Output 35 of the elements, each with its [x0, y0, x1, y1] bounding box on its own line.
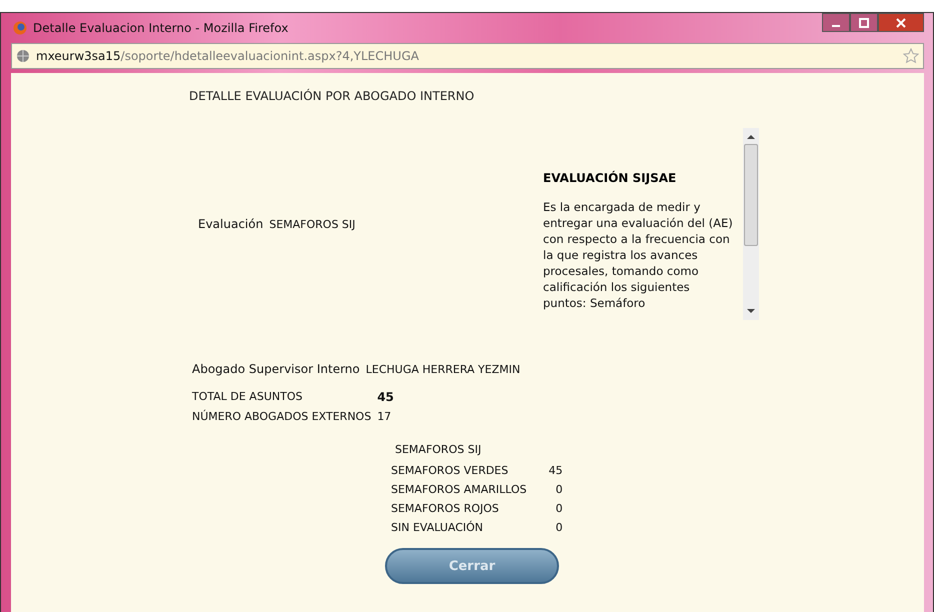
field-value: LECHUGA HERRERA YEZMIN	[366, 363, 520, 376]
minimize-button[interactable]	[822, 13, 850, 32]
table-cell-text: SEMAFOROS ROJOS	[391, 502, 500, 515]
minimize-icon	[832, 24, 840, 26]
url-text: mxeurw3sa15/soporte/hdetalleevaluacionint.aspx?4,YLECHUGA	[36, 49, 419, 63]
field-value: SEMAFOROS SIJ	[269, 218, 356, 230]
globe-icon	[16, 49, 30, 63]
total-value: 17	[377, 410, 392, 423]
total-value: 45	[377, 390, 394, 404]
table-cell: SEMAFOROS AMARILLOS	[391, 483, 527, 496]
table-cell-text: SIN EVALUACIÓN	[391, 521, 484, 534]
total-label: NÚMERO ABOGADOS EXTERNOS	[192, 410, 372, 423]
scroll-up-icon[interactable]	[747, 134, 755, 140]
page-heading: DETALLE EVALUACIÓN POR ABOGADO INTERNO	[189, 89, 476, 103]
close-button[interactable]	[878, 13, 924, 32]
star-icon[interactable]	[903, 48, 919, 64]
table-cell-text: 45	[548, 464, 563, 477]
table-title: SEMAFOROS SIJ	[395, 443, 482, 456]
table-cell-text: 0	[554, 483, 563, 496]
close-icon	[896, 18, 906, 28]
field-label: Abogado Supervisor Interno	[192, 362, 360, 376]
table-cell-text: 0	[554, 502, 563, 515]
field-label: Evaluación	[198, 217, 264, 231]
browser-logo-icon	[13, 21, 27, 35]
maximize-button[interactable]	[850, 13, 878, 32]
total-label: TOTAL DE ASUNTOS	[192, 390, 304, 404]
scroll-down-icon[interactable]	[747, 308, 755, 314]
info-text: Es la encargada de medir y entregar una evaluación del (AE) con respecto a la frecuencia con la que registra los avances procesales, tomando como calificación los siguientes puntos: Semáforo	[543, 199, 733, 311]
scrollbar[interactable]	[743, 128, 759, 320]
window-title: Detalle Evaluacion Interno - Mozilla Firefox	[33, 21, 288, 35]
info-title: EVALUACIÓN SIJSAE	[543, 171, 678, 185]
maximize-icon	[859, 18, 869, 28]
address-bar[interactable]: mxeurw3sa15/soporte/hdetalleevaluacionint.aspx?4,YLECHUGA	[11, 43, 924, 69]
table-cell-text: 0	[554, 521, 563, 534]
table-cell-text: SEMAFOROS VERDES	[391, 464, 510, 477]
